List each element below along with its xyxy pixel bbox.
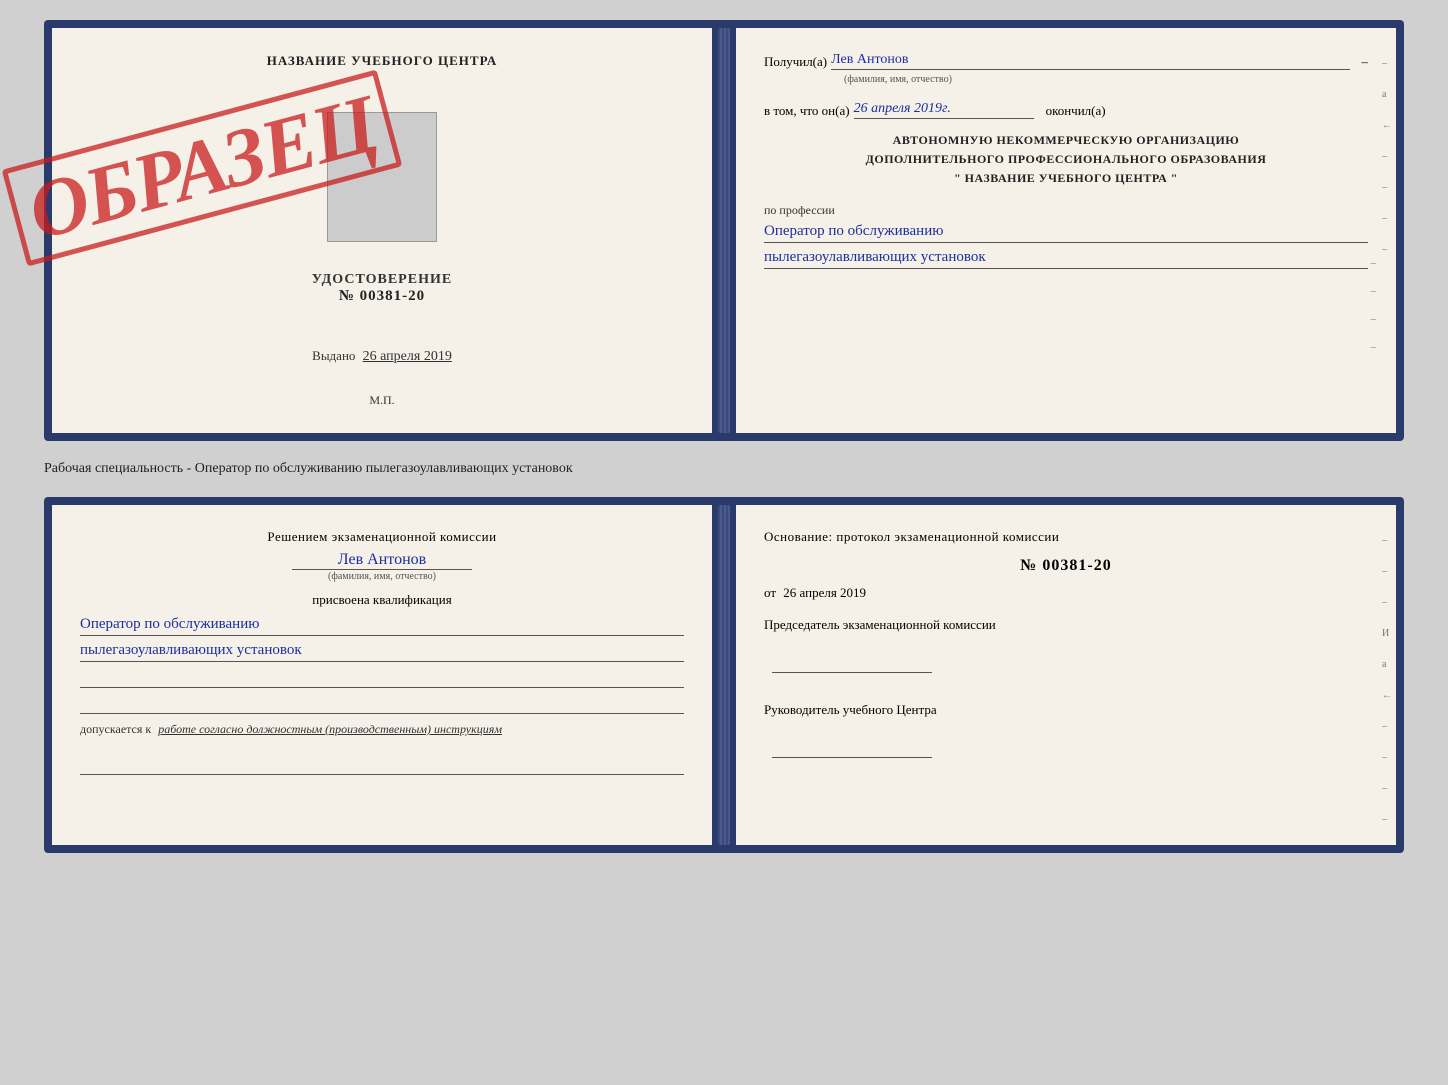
decision-text: Решением экзаменационной комиссии	[80, 529, 684, 545]
certificate-number: № 00381-20	[312, 288, 452, 305]
qual-value-2: пылегазоулавливающих установок	[80, 642, 684, 662]
middle-label: Рабочая специальность - Оператор по обсл…	[44, 457, 1404, 481]
fio-sub-2: (фамилия, имя, отчество)	[292, 569, 472, 582]
rukovoditel-sig-line	[772, 738, 932, 758]
right-marks-bottom: – – – –	[1371, 257, 1377, 353]
vydano-label: Выдано	[312, 348, 355, 363]
ot-label: от	[764, 585, 776, 600]
udostoverenie-label: УДОСТОВЕРЕНИЕ	[312, 272, 452, 288]
left-page-1: ОБРАЗЕЦ НАЗВАНИЕ УЧЕБНОГО ЦЕНТРА УДОСТОВ…	[52, 28, 712, 433]
dash1: –	[1362, 54, 1369, 70]
rukovoditel-label: Руководитель учебного Центра	[764, 702, 1368, 718]
org-line3: " НАЗВАНИЕ УЧЕБНОГО ЦЕНТРА "	[764, 169, 1368, 188]
certificate-book-2: Решением экзаменационной комиссии Лев Ан…	[44, 497, 1404, 853]
vtom-date: 26 апреля 2019г.	[854, 101, 1034, 119]
blank-line-2	[80, 696, 684, 714]
profession-value-1: Оператор по обслуживанию	[764, 223, 1368, 243]
vydano-date: 26 апреля 2019	[363, 349, 452, 364]
blank-line-1	[80, 670, 684, 688]
ot-line: от 26 апреля 2019	[764, 585, 1368, 601]
org-line1: АВТОНОМНУЮ НЕКОММЕРЧЕСКУЮ ОРГАНИЗАЦИЮ	[764, 131, 1368, 150]
protocol-number: № 00381-20	[764, 557, 1368, 575]
rukovoditel-block: Руководитель учебного Центра	[764, 702, 1368, 763]
side-marks: – а ← – – – –	[1382, 58, 1392, 255]
fio-sub-1: (фамилия, имя, отчество)	[844, 74, 1368, 85]
org-block: АВТОНОМНУЮ НЕКОММЕРЧЕСКУЮ ОРГАНИЗАЦИЮ ДО…	[764, 131, 1368, 189]
side-marks-2: – – – И а ← – – – –	[1382, 535, 1392, 825]
certificate-book-1: ОБРАЗЕЦ НАЗВАНИЕ УЧЕБНОГО ЦЕНТРА УДОСТОВ…	[44, 20, 1404, 441]
center-title: НАЗВАНИЕ УЧЕБНОГО ЦЕНТРА	[267, 53, 498, 68]
org-line2: ДОПОЛНИТЕЛЬНОГО ПРОФЕССИОНАЛЬНОГО ОБРАЗО…	[764, 150, 1368, 169]
dopuskaetsya-value: работе согласно должностным (производств…	[158, 722, 502, 736]
predsedatel-block: Председатель экзаменационной комиссии	[764, 617, 1368, 678]
blank-line-3	[80, 757, 684, 775]
left-page-2: Решением экзаменационной комиссии Лев Ан…	[52, 505, 712, 845]
predsedatel-sig-line	[772, 653, 932, 673]
poluchil-value: Лев Антонов	[831, 52, 1349, 70]
book-spine-1	[718, 28, 730, 433]
person-name: Лев Антонов	[80, 551, 684, 569]
vtom-label: в том, что он(а)	[764, 103, 850, 119]
poluchil-label: Получил(а)	[764, 54, 827, 70]
osnov-label: Основание: протокол экзаменационной коми…	[764, 529, 1368, 545]
dopuskaetsya-block: допускается к работе согласно должностны…	[80, 722, 684, 737]
profession-value-2: пылегазоулавливающих установок	[764, 249, 1368, 269]
prisvoena-label: присвоена квалификация	[80, 592, 684, 608]
stamp-overlay: ОБРАЗЕЦ	[51, 38, 354, 298]
book-spine-2	[718, 505, 730, 845]
qual-value-1: Оператор по обслуживанию	[80, 616, 684, 636]
document-container: ОБРАЗЕЦ НАЗВАНИЕ УЧЕБНОГО ЦЕНТРА УДОСТОВ…	[44, 20, 1404, 853]
right-page-2: – – – И а ← – – – – Основание: протокол …	[736, 505, 1396, 845]
poluchil-row: Получил(а) Лев Антонов –	[764, 52, 1368, 70]
okoncil-label: окончил(а)	[1046, 103, 1106, 119]
mp-label: М.П.	[369, 393, 394, 407]
vtom-row: в том, что он(а) 26 апреля 2019г. окончи…	[764, 101, 1368, 119]
profession-block: по профессии Оператор по обслуживанию пы…	[764, 201, 1368, 269]
dopuskaetsya-label: допускается к	[80, 722, 151, 736]
right-page-1: – а ← – – – – Получил(а) Лев Антонов – (…	[736, 28, 1396, 433]
predsedatel-label: Председатель экзаменационной комиссии	[764, 617, 1368, 633]
po-professii-label: по профессии	[764, 203, 835, 217]
ot-date: 26 апреля 2019	[783, 585, 866, 600]
photo-placeholder	[327, 112, 437, 242]
